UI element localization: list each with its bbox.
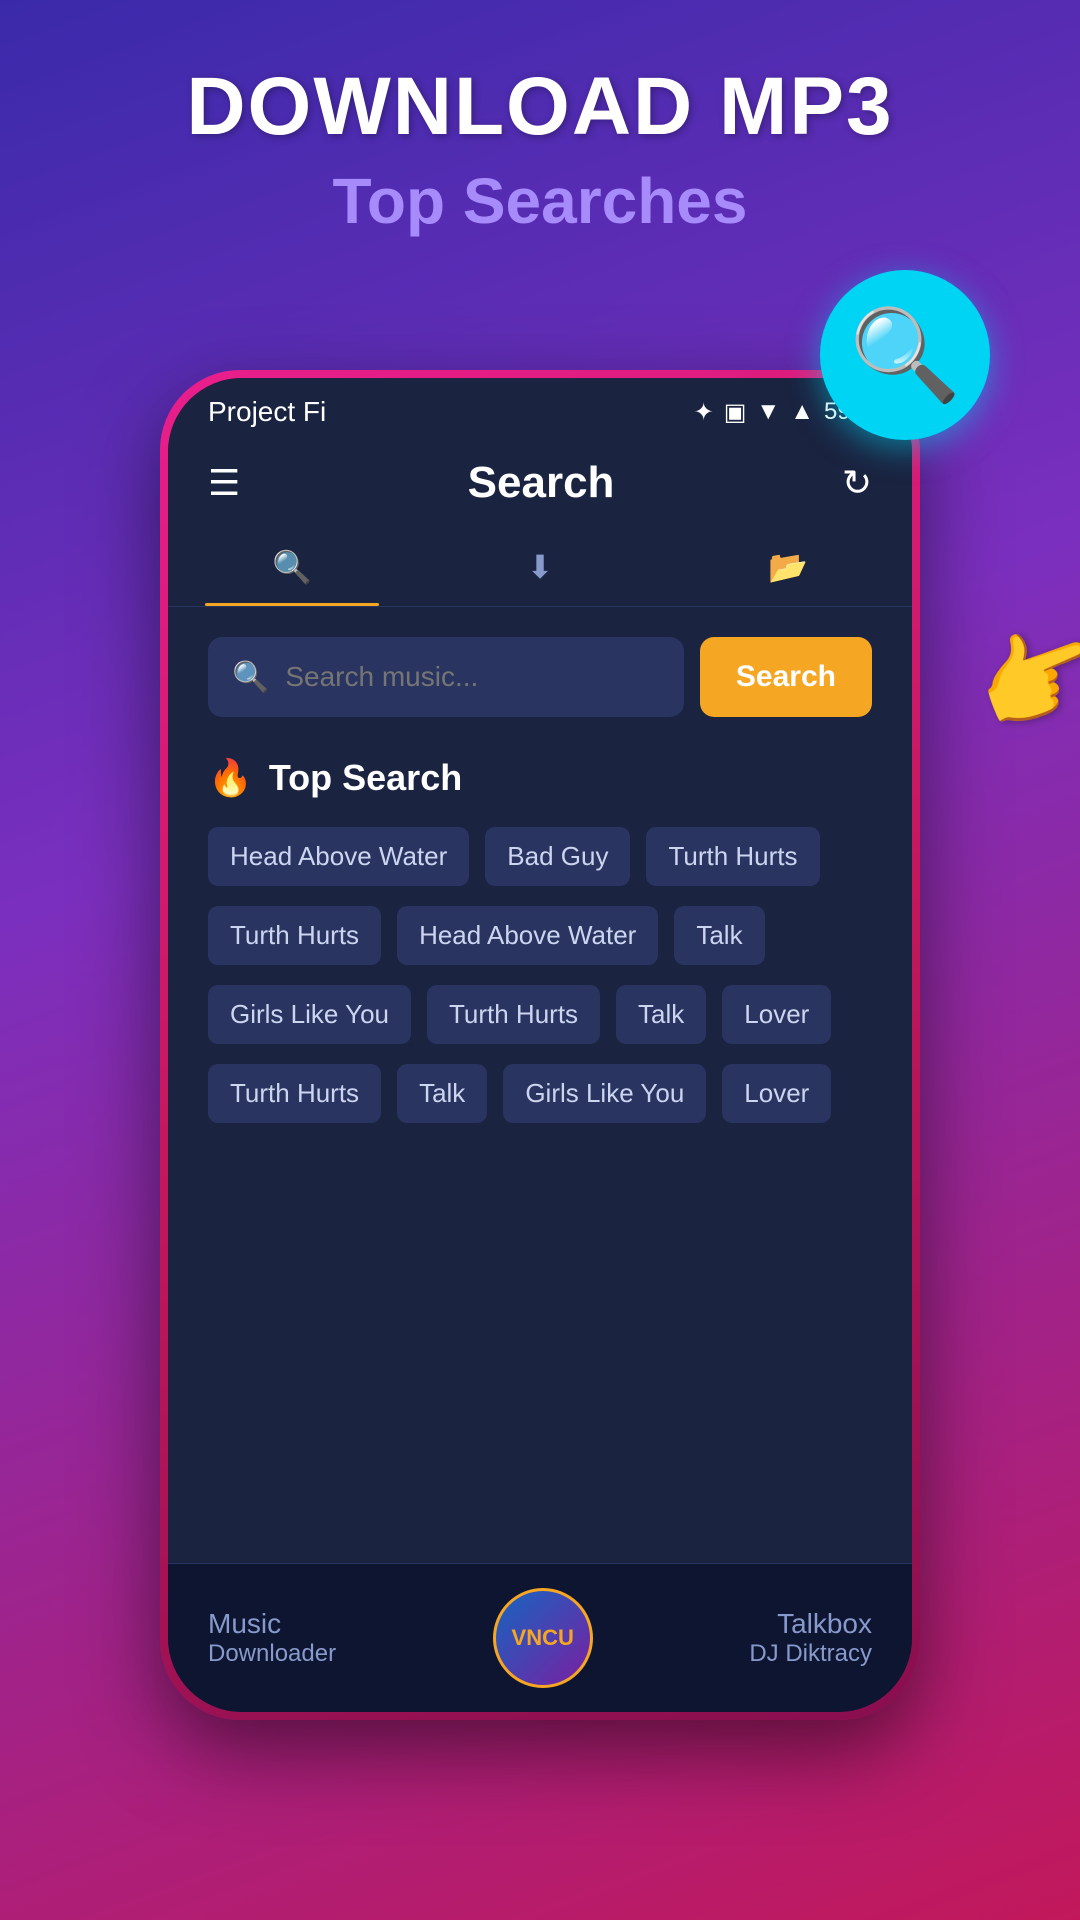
refresh-icon[interactable]: ↻ — [842, 462, 872, 504]
bottom-left-info: Music Downloader — [208, 1608, 336, 1668]
bottom-right-name: Talkbox — [777, 1608, 872, 1640]
tag-turth-hurts-3[interactable]: Turth Hurts — [427, 985, 600, 1044]
tab-download[interactable]: ⬇ — [416, 528, 664, 606]
main-subtitle: Top Searches — [0, 164, 1080, 238]
hand-pointer-icon: 👉 — [959, 602, 1080, 755]
hamburger-icon[interactable]: ☰ — [208, 465, 240, 501]
bottom-logo: VNCU — [493, 1588, 593, 1688]
signal-icon: ▲ — [790, 398, 814, 426]
search-tab-icon: 🔍 — [272, 548, 312, 586]
bottom-bar: Music Downloader VNCU Talkbox DJ Diktrac… — [168, 1563, 912, 1712]
tag-talk-2[interactable]: Talk — [616, 985, 706, 1044]
tag-talk-1[interactable]: Talk — [674, 906, 764, 965]
tab-search[interactable]: 🔍 — [168, 528, 416, 606]
tag-turth-hurts-2[interactable]: Turth Hurts — [208, 906, 381, 965]
search-button[interactable]: Search — [700, 637, 872, 717]
status-bar: Project Fi ✦ ▣ ▼ ▲ 59% — [168, 378, 912, 438]
bottom-app-sub: Downloader — [208, 1640, 336, 1668]
tag-turth-hurts-1[interactable]: Turth Hurts — [646, 827, 819, 886]
bottom-logo-text: VNCU — [512, 1626, 574, 1650]
main-title: DOWNLOAD MP3 — [0, 60, 1080, 154]
folder-tab-icon: 📂 — [768, 548, 808, 586]
vibrate-icon: ▣ — [724, 398, 747, 427]
tag-lover-2[interactable]: Lover — [722, 1064, 831, 1123]
phone-mockup: Project Fi ✦ ▣ ▼ ▲ 59% ☰ Search ↻ 🔍 ⬇ — [160, 370, 920, 1720]
bottom-app-name: Music — [208, 1608, 336, 1640]
top-search-title: Top Search — [269, 757, 462, 799]
bluetooth-icon: ✦ — [694, 398, 714, 427]
search-bar-container: 🔍 Search — [208, 637, 872, 717]
tag-head-above-water-2[interactable]: Head Above Water — [397, 906, 658, 965]
tag-head-above-water-1[interactable]: Head Above Water — [208, 827, 469, 886]
tag-girls-like-you-2[interactable]: Girls Like You — [503, 1064, 706, 1123]
search-input-wrapper: 🔍 — [208, 637, 684, 717]
tab-bar: 🔍 ⬇ 📂 — [168, 528, 912, 607]
search-circle-icon: 🔍 — [820, 270, 990, 440]
tag-lover-1[interactable]: Lover — [722, 985, 831, 1044]
tags-row-1: Head Above Water Bad Guy Turth Hurts — [208, 827, 872, 886]
tags-row-4: Turth Hurts Talk Girls Like You Lover — [208, 1064, 872, 1123]
fire-icon: 🔥 — [208, 757, 253, 799]
header-area: DOWNLOAD MP3 Top Searches — [0, 0, 1080, 258]
tag-turth-hurts-4[interactable]: Turth Hurts — [208, 1064, 381, 1123]
tag-girls-like-you-1[interactable]: Girls Like You — [208, 985, 411, 1044]
phone-screen: Project Fi ✦ ▣ ▼ ▲ 59% ☰ Search ↻ 🔍 ⬇ — [168, 378, 912, 1712]
top-search-header: 🔥 Top Search — [208, 757, 872, 799]
wifi-icon: ▼ — [756, 398, 780, 426]
carrier-label: Project Fi — [208, 396, 326, 428]
app-title: Search — [468, 458, 615, 508]
app-header: ☰ Search ↻ — [168, 438, 912, 528]
bottom-right-sub: DJ Diktracy — [749, 1640, 872, 1668]
tags-row-3: Girls Like You Turth Hurts Talk Lover — [208, 985, 872, 1044]
bottom-right-info: Talkbox DJ Diktracy — [749, 1608, 872, 1668]
magnify-icon: 🔍 — [849, 303, 961, 408]
search-input[interactable] — [285, 661, 660, 693]
tab-folder[interactable]: 📂 — [664, 528, 912, 606]
tags-row-2: Turth Hurts Head Above Water Talk — [208, 906, 872, 965]
content-area: 🔍 Search 🔥 Top Search Head Above Water B… — [168, 607, 912, 1563]
tag-bad-guy[interactable]: Bad Guy — [485, 827, 630, 886]
search-input-icon: 🔍 — [232, 660, 269, 695]
tag-talk-3[interactable]: Talk — [397, 1064, 487, 1123]
download-tab-icon: ⬇ — [527, 548, 554, 586]
